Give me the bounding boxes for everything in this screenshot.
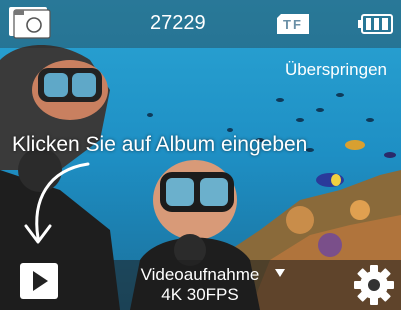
caret-down-icon xyxy=(275,269,285,277)
tf-card-label: TF xyxy=(283,17,303,32)
album-icon[interactable] xyxy=(8,6,52,40)
top-status-bar: 27229 TF xyxy=(0,0,401,48)
recording-mode-selector[interactable]: Videoaufnahme 4K 30FPS xyxy=(120,265,280,305)
tutorial-hint: Klicken Sie auf Album eingeben xyxy=(12,133,308,156)
gear-icon[interactable] xyxy=(353,264,395,306)
mode-resolution: 4K 30FPS xyxy=(161,285,239,304)
battery-full-icon xyxy=(358,14,393,34)
camera-screen: 27229 TF Überspringen Klicken Sie auf Al… xyxy=(0,0,401,310)
bottom-control-bar: Videoaufnahme 4K 30FPS xyxy=(0,260,401,310)
tf-card-icon: TF xyxy=(276,13,310,35)
play-icon[interactable] xyxy=(19,262,59,300)
file-count: 27229 xyxy=(150,12,206,34)
skip-button[interactable]: Überspringen xyxy=(285,60,387,80)
mode-name: Videoaufnahme xyxy=(140,265,260,284)
curved-arrow-icon xyxy=(24,162,90,244)
